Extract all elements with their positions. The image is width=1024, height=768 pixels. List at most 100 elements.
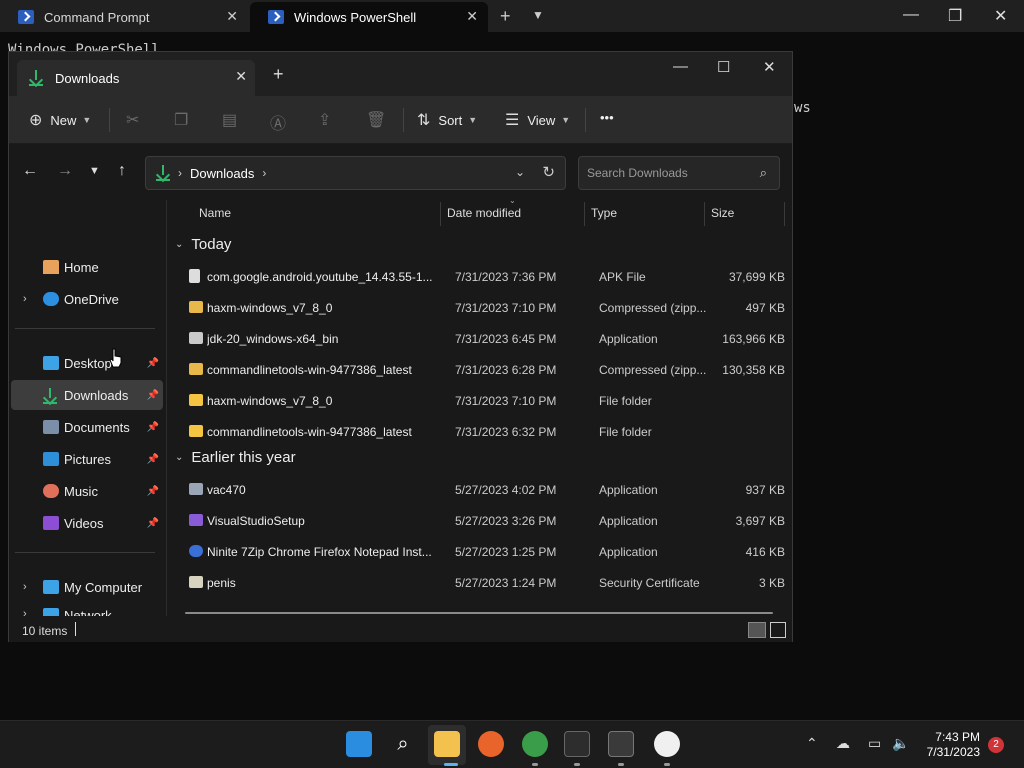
close-button[interactable]: ✕: [994, 6, 1007, 26]
view-button[interactable]: ☰ View ▼: [505, 110, 570, 130]
large-icons-view-icon[interactable]: [770, 622, 786, 638]
command-prompt-icon[interactable]: [608, 731, 634, 757]
sidebar-item-desktop[interactable]: Desktop 📌: [11, 348, 163, 378]
folder-icon: [189, 394, 203, 406]
sidebar-item-music[interactable]: Music 📌: [11, 476, 163, 506]
new-tab-button[interactable]: +: [500, 6, 511, 27]
file-row[interactable]: commandlinetools-win-9477386_latest 7/31…: [183, 417, 783, 447]
chevron-down-icon[interactable]: ⌄: [515, 165, 525, 179]
chevron-right-icon[interactable]: ›: [262, 166, 266, 180]
sidebar-item-videos[interactable]: Videos 📌: [11, 508, 163, 538]
forward-button[interactable]: →: [57, 162, 73, 180]
column-header-size[interactable]: Size: [711, 206, 734, 220]
minimize-button[interactable]: —: [673, 58, 688, 75]
divider: [585, 108, 586, 132]
file-row[interactable]: haxm-windows_v7_8_0 7/31/2023 7:10 PM Fi…: [183, 386, 783, 416]
cloud-sync-icon[interactable]: ☁: [836, 735, 850, 752]
chrome-icon[interactable]: [522, 731, 548, 757]
file-row[interactable]: com.google.android.youtube_14.43.55-1...…: [183, 262, 785, 292]
pin-icon[interactable]: 📌: [147, 454, 159, 465]
group-header-earlier-this-year[interactable]: ⌄ Earlier this year: [175, 449, 296, 466]
column-header-name[interactable]: Name: [199, 206, 231, 220]
new-label: New: [50, 112, 77, 128]
notification-badge[interactable]: 2: [988, 737, 1004, 753]
clock[interactable]: 7:43 PM 7/31/2023: [922, 730, 980, 760]
share-icon[interactable]: ⇪: [318, 110, 331, 130]
item-count: 10 items: [22, 624, 68, 638]
new-tab-button[interactable]: +: [273, 64, 284, 85]
file-row[interactable]: Ninite 7Zip Chrome Firefox Notepad Inst.…: [183, 537, 785, 567]
column-divider[interactable]: [704, 202, 705, 226]
network-icon[interactable]: ▭: [868, 735, 881, 752]
sidebar-item-home[interactable]: Home: [11, 252, 163, 282]
file-row[interactable]: commandlinetools-win-9477386_latest 7/31…: [183, 355, 785, 385]
minimize-button[interactable]: —: [903, 6, 919, 24]
back-button[interactable]: ←: [22, 162, 38, 180]
title-bar: Downloads ✕ + — ☐ ✕: [9, 52, 792, 96]
sidebar-item-documents[interactable]: Documents 📌: [11, 412, 163, 442]
sidebar-item-network[interactable]: › Network: [11, 604, 163, 623]
copy-icon[interactable]: ❐: [174, 110, 188, 130]
refresh-icon[interactable]: ↻: [542, 163, 555, 181]
pin-icon[interactable]: 📌: [147, 390, 159, 401]
sort-button[interactable]: ⇅ Sort ▼: [417, 110, 477, 130]
breadcrumb-downloads[interactable]: Downloads: [190, 166, 254, 181]
maximize-button[interactable]: ☐: [717, 58, 730, 76]
chevron-down-icon: ⌄: [175, 239, 184, 250]
view-label: View: [527, 112, 556, 128]
file-row[interactable]: jdk-20_windows-x64_bin 7/31/2023 6:45 PM…: [183, 324, 785, 354]
close-icon[interactable]: ✕: [466, 8, 478, 25]
file-row[interactable]: haxm-windows_v7_8_0 7/31/2023 7:10 PM Co…: [183, 293, 785, 323]
firefox-icon[interactable]: [478, 731, 504, 757]
sidebar-item-pictures[interactable]: Pictures 📌: [11, 444, 163, 474]
rename-icon[interactable]: Ⓐ: [270, 110, 286, 134]
pin-icon[interactable]: 📌: [147, 518, 159, 529]
start-icon[interactable]: [346, 731, 372, 757]
maximize-button[interactable]: ❐: [948, 6, 962, 26]
chevron-down-icon[interactable]: ▼: [532, 8, 544, 22]
close-button[interactable]: ✕: [763, 58, 776, 76]
address-bar[interactable]: › Downloads › ⌄ ↻: [145, 156, 566, 190]
column-divider[interactable]: [440, 202, 441, 226]
more-options-button[interactable]: •••: [600, 110, 614, 125]
close-icon[interactable]: ✕: [226, 8, 238, 25]
column-header-date[interactable]: Date modified: [447, 206, 521, 220]
cut-icon[interactable]: ✂: [126, 110, 139, 130]
column-divider[interactable]: [584, 202, 585, 226]
search-input[interactable]: Search Downloads ⌕: [578, 156, 780, 190]
search-icon[interactable]: ⌕: [390, 731, 416, 757]
new-button[interactable]: ⊕ New ▼: [29, 110, 91, 130]
file-row[interactable]: VisualStudioSetup 5/27/2023 3:26 PM Appl…: [183, 506, 785, 536]
column-header-type[interactable]: Type: [591, 206, 617, 220]
clock-date: 7/31/2023: [926, 745, 980, 759]
file-row[interactable]: vac470 5/27/2023 4:02 PM Application 937…: [183, 475, 785, 505]
column-divider[interactable]: [784, 202, 785, 226]
pin-icon[interactable]: 📌: [147, 486, 159, 497]
paste-icon[interactable]: ▤: [222, 110, 237, 130]
sidebar-item-downloads[interactable]: Downloads 📌: [11, 380, 163, 410]
volume-icon[interactable]: 🔈: [892, 735, 909, 752]
app-icon[interactable]: [654, 731, 680, 757]
chevron-right-icon[interactable]: ›: [23, 293, 27, 305]
file-row[interactable]: penis 5/27/2023 1:24 PM Security Certifi…: [183, 568, 785, 598]
tab-windows-powershell[interactable]: Windows PowerShell ✕: [250, 2, 488, 32]
details-view-icon[interactable]: [748, 622, 766, 638]
chevron-right-icon[interactable]: ›: [23, 581, 27, 593]
close-icon[interactable]: ✕: [235, 68, 247, 85]
chevron-up-icon[interactable]: ⌃: [806, 735, 818, 752]
tab-command-prompt[interactable]: Command Prompt ✕: [0, 2, 248, 32]
search-placeholder: Search Downloads: [587, 166, 688, 180]
tab-downloads[interactable]: Downloads ✕: [17, 60, 255, 96]
group-header-today[interactable]: ⌄ Today: [175, 236, 231, 253]
up-button[interactable]: ↑: [118, 162, 126, 180]
pin-icon[interactable]: 📌: [147, 422, 159, 433]
pin-icon[interactable]: 📌: [147, 358, 159, 369]
delete-icon[interactable]: 🗑: [366, 110, 386, 130]
sidebar-item-onedrive[interactable]: › OneDrive: [11, 284, 163, 314]
horizontal-scrollbar[interactable]: [185, 612, 773, 614]
clock-time: 7:43 PM: [935, 730, 980, 744]
file-explorer-icon[interactable]: [434, 731, 460, 757]
terminal-icon[interactable]: [564, 731, 590, 757]
recent-locations-button[interactable]: ▼: [89, 165, 100, 177]
sidebar-item-my-computer[interactable]: › My Computer: [11, 572, 163, 602]
